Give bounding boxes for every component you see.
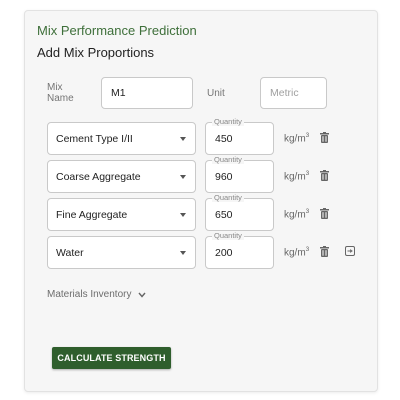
page-title: Mix Performance Prediction [37, 23, 197, 38]
quantity-value: 650 [215, 208, 233, 221]
unit-placeholder: Metric [270, 87, 299, 99]
materials-inventory-toggle[interactable]: Materials Inventory [47, 289, 147, 300]
materials-inventory-label: Materials Inventory [47, 289, 132, 300]
unit-label: Unit [207, 88, 225, 99]
quantity-label: Quantity [212, 231, 244, 240]
quantity-value: 450 [215, 132, 233, 145]
quantity-unit: kg/m3 [284, 132, 310, 145]
material-select[interactable]: Cement Type I/II [47, 122, 196, 155]
add-row-icon[interactable] [344, 245, 356, 257]
quantity-value: 960 [215, 170, 233, 183]
chevron-down-icon [138, 292, 147, 298]
quantity-input[interactable]: 960 [205, 160, 274, 193]
unit-input[interactable]: Metric [260, 77, 327, 109]
material-select[interactable]: Water [47, 236, 196, 269]
material-select-value: Coarse Aggregate [56, 170, 141, 183]
quantity-input[interactable]: 650 [205, 198, 274, 231]
material-select-value: Cement Type I/II [56, 132, 133, 145]
trash-icon[interactable] [318, 169, 330, 181]
quantity-unit: kg/m3 [284, 246, 310, 259]
mix-name-input[interactable]: M1 [101, 77, 193, 109]
trash-icon[interactable] [318, 245, 330, 257]
trash-icon[interactable] [318, 207, 330, 219]
material-select[interactable]: Fine Aggregate [47, 198, 196, 231]
caret-down-icon [180, 250, 186, 255]
quantity-label: Quantity [212, 193, 244, 202]
calculate-strength-button[interactable]: CALCULATE STRENGTH [52, 347, 171, 369]
quantity-input[interactable]: 450 [205, 122, 274, 155]
quantity-unit: kg/m3 [284, 170, 310, 183]
mix-name-label: Mix Name [47, 82, 74, 104]
section-title: Add Mix Proportions [37, 45, 155, 60]
caret-down-icon [180, 174, 186, 179]
quantity-label: Quantity [212, 117, 244, 126]
material-select-value: Water [56, 246, 84, 259]
quantity-unit: kg/m3 [284, 208, 310, 221]
quantity-label: Quantity [212, 155, 244, 164]
caret-down-icon [180, 136, 186, 141]
mix-name-value: M1 [111, 87, 126, 99]
material-select-value: Fine Aggregate [56, 208, 128, 221]
trash-icon[interactable] [318, 131, 330, 143]
material-select[interactable]: Coarse Aggregate [47, 160, 196, 193]
quantity-input[interactable]: 200 [205, 236, 274, 269]
quantity-value: 200 [215, 246, 233, 259]
caret-down-icon [180, 212, 186, 217]
